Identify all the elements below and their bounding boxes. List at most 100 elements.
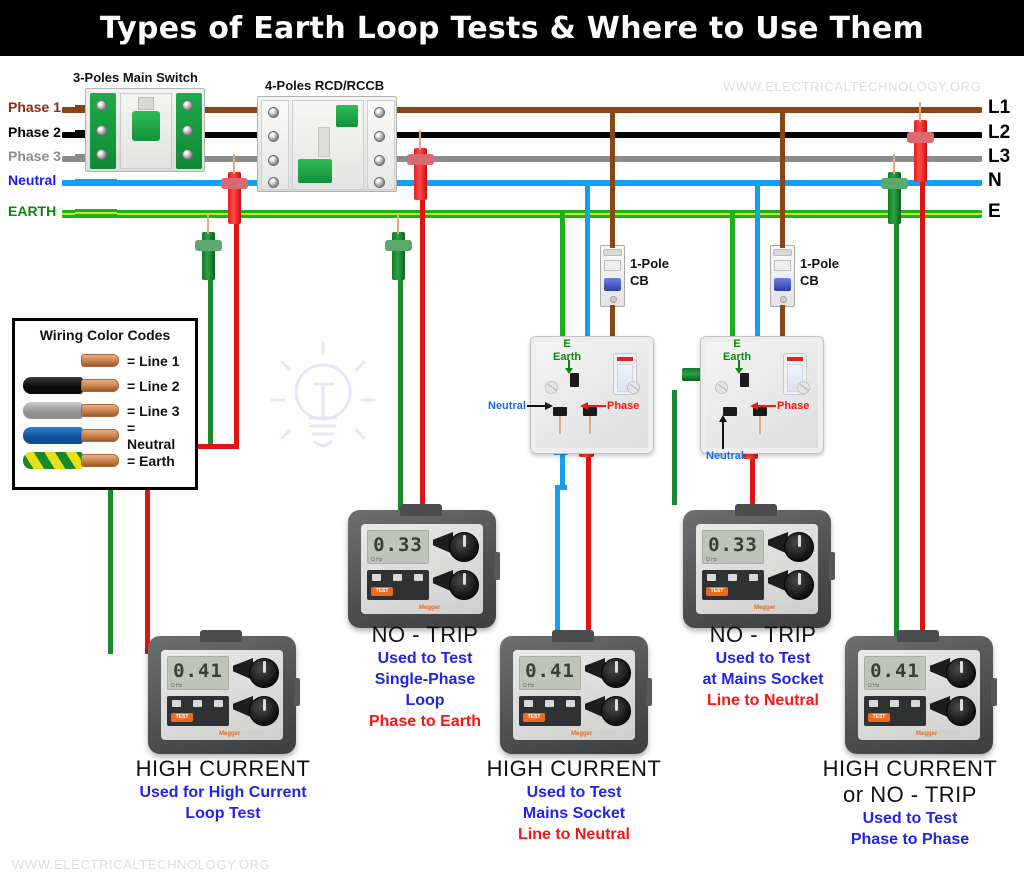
lead-red-2a <box>420 163 425 448</box>
loop-tester-5-function-dial[interactable] <box>946 696 976 726</box>
light-bulb-icon <box>270 341 376 447</box>
bus-label-l3: L3 <box>988 146 1011 167</box>
bus-earth <box>62 210 982 218</box>
title-bar: Types of Earth Loop Tests & Where to Use… <box>0 0 1024 56</box>
lead-red-3 <box>586 440 591 637</box>
loop-tester-2-keypad[interactable]: TEST <box>367 570 429 600</box>
wiring-color-codes-legend: Wiring Color Codes = Line 1 = Line 2 = L… <box>12 318 198 490</box>
caption-4-line-1: Used to Test <box>715 650 811 667</box>
caption-high-current-or-no-trip: HIGH CURRENT or NO - TRIP Used to Test P… <box>800 756 1020 850</box>
probe-green-neutral-5[interactable] <box>881 154 908 224</box>
loop-tester-4-range-dial[interactable] <box>784 532 814 562</box>
probe-green-earth-2[interactable] <box>385 214 412 280</box>
legend-row-line2: = Line 2 <box>23 373 187 398</box>
bus-label-phase2: Phase 2 <box>8 124 61 140</box>
socket1-phase-arrow-icon <box>580 402 606 410</box>
loop-tester-2-brand: Megger LTW325 <box>419 605 465 611</box>
caption-4-heading: NO - TRIP <box>709 622 817 647</box>
caption-2-line-1: Used to Test <box>377 650 473 667</box>
loop-tester-5-range-dial[interactable] <box>946 658 976 688</box>
loop-tester-1-function-dial[interactable] <box>249 696 279 726</box>
legend-label-line1: = Line 1 <box>127 352 180 369</box>
loop-tester-5-lcd: 0.41 Ω Hz <box>864 656 926 690</box>
loop-tester-3[interactable]: 0.41 Ω Hz TEST Megger LTW325 <box>500 630 652 754</box>
caption-5-heading: HIGH CURRENT <box>822 756 998 781</box>
loop-tester-5-keypad[interactable]: TEST <box>864 696 926 726</box>
loop-tester-3-range-dial[interactable] <box>601 658 631 688</box>
loop-tester-4-units: Ω Hz <box>706 557 718 563</box>
lead-blue-3c <box>555 485 560 637</box>
loop-tester-1-test-button[interactable]: TEST <box>171 713 193 722</box>
loop-tester-4-test-button[interactable]: TEST <box>706 587 728 596</box>
socket1-neutral-caption: Neutral <box>488 400 526 412</box>
lead-red-5 <box>920 132 925 642</box>
bus-label-e: E <box>988 201 1001 222</box>
mcb-1-pole-left[interactable] <box>600 245 625 307</box>
bus-swatch-neutral <box>75 179 117 186</box>
bus-label-neutral: Neutral <box>8 172 57 188</box>
caption-4-line-3: Line to Neutral <box>706 692 819 709</box>
loop-tester-3-keypad[interactable]: TEST <box>519 696 581 726</box>
caption-1-line-1: Used for High Current <box>139 784 307 801</box>
caption-high-current-loop-test: HIGH CURRENT Used for High Current Loop … <box>92 756 354 824</box>
socket1-earth-arrow-icon <box>565 360 573 374</box>
probe-red-neutral-1[interactable] <box>221 154 248 224</box>
loop-tester-5[interactable]: 0.41 Ω Hz TEST Megger LTW325 <box>845 630 997 754</box>
watermark-bottom: WWW.ELECTRICALTECHNOLOGY.ORG <box>12 857 271 872</box>
caption-2-line-4: Phase to Earth <box>368 713 482 730</box>
loop-tester-3-test-button[interactable]: TEST <box>523 713 545 722</box>
socket1-neutral-arrow-icon <box>527 402 553 410</box>
probe-green-earth-1[interactable] <box>195 214 222 280</box>
loop-tester-4-reading: 0.33 <box>708 534 758 556</box>
loop-tester-5-units: Ω Hz <box>868 683 880 689</box>
bus-label-phase1: Phase 1 <box>8 99 61 115</box>
mcb-1-pole-right[interactable] <box>770 245 795 307</box>
socket-outlet-1[interactable] <box>530 336 654 454</box>
caption-no-trip-single-phase: NO - TRIP Used to Test Single-Phase Loop… <box>334 622 516 732</box>
caption-5-heading2: or NO - TRIP <box>843 782 977 807</box>
loop-tester-4-keypad[interactable]: TEST <box>702 570 764 600</box>
socket2-neutral-arrow-icon <box>719 415 727 449</box>
caption-3-line-3: Line to Neutral <box>517 826 630 843</box>
caption-4-line-2: at Mains Socket <box>702 671 824 688</box>
loop-tester-3-function-dial[interactable] <box>601 696 631 726</box>
bus-label-earth: EARTH <box>8 203 57 219</box>
main-switch-device[interactable] <box>85 88 205 172</box>
loop-tester-4[interactable]: 0.33 Ω Hz TEST Megger LTW325 <box>683 504 835 628</box>
probe-red-phase2-5[interactable] <box>907 102 934 182</box>
caption-3-line-2: Mains Socket <box>522 805 626 822</box>
lead-green-1a <box>208 258 213 448</box>
legend-label-earth: = Earth <box>127 452 175 469</box>
legend-wire-line1 <box>23 352 119 369</box>
loop-tester-2-range-dial[interactable] <box>449 532 479 562</box>
socket2-earth-arrow-icon <box>735 360 743 374</box>
legend-label-line3: = Line 3 <box>127 402 180 419</box>
lead-red-1a <box>234 190 239 448</box>
socket2-screw-right <box>797 381 810 394</box>
loop-tester-1-lcd: 0.41 Ω Hz <box>167 656 229 690</box>
loop-tester-3-lcd: 0.41 Ω Hz <box>519 656 581 690</box>
caption-no-trip-mains-socket: NO - TRIP Used to Test at Mains Socket L… <box>665 622 861 711</box>
loop-tester-2-test-button[interactable]: TEST <box>371 587 393 596</box>
watermark-top: WWW.ELECTRICALTECHNOLOGY.ORG <box>723 79 982 94</box>
loop-tester-2-function-dial[interactable] <box>449 570 479 600</box>
loop-tester-1-range-dial[interactable] <box>249 658 279 688</box>
bus-label-l2: L2 <box>988 122 1011 143</box>
legend-wire-earth <box>23 452 119 469</box>
legend-title: Wiring Color Codes <box>39 327 171 343</box>
loop-tester-3-units: Ω Hz <box>523 683 535 689</box>
loop-tester-5-test-button[interactable]: TEST <box>868 713 890 722</box>
legend-row-earth: = Earth <box>23 448 187 473</box>
caption-3-line-1: Used to Test <box>526 784 622 801</box>
loop-tester-2[interactable]: 0.33 Ω Hz TEST Megger LTW325 <box>348 504 500 628</box>
mcb-right-label-line2: CB <box>800 273 819 288</box>
caption-5-line-1: Used to Test <box>862 810 958 827</box>
loop-tester-4-function-dial[interactable] <box>784 570 814 600</box>
loop-tester-1-keypad[interactable]: TEST <box>167 696 229 726</box>
legend-wire-line2 <box>23 377 119 394</box>
bus-label-phase3: Phase 3 <box>8 148 61 164</box>
rcd-rccb-device[interactable] <box>257 96 397 192</box>
loop-tester-1-brand: Megger LTW325 <box>219 731 265 737</box>
loop-tester-1[interactable]: 0.41 Ω Hz TEST Megger LTW325 <box>148 630 300 754</box>
probe-red-phase3-2[interactable] <box>407 130 434 200</box>
